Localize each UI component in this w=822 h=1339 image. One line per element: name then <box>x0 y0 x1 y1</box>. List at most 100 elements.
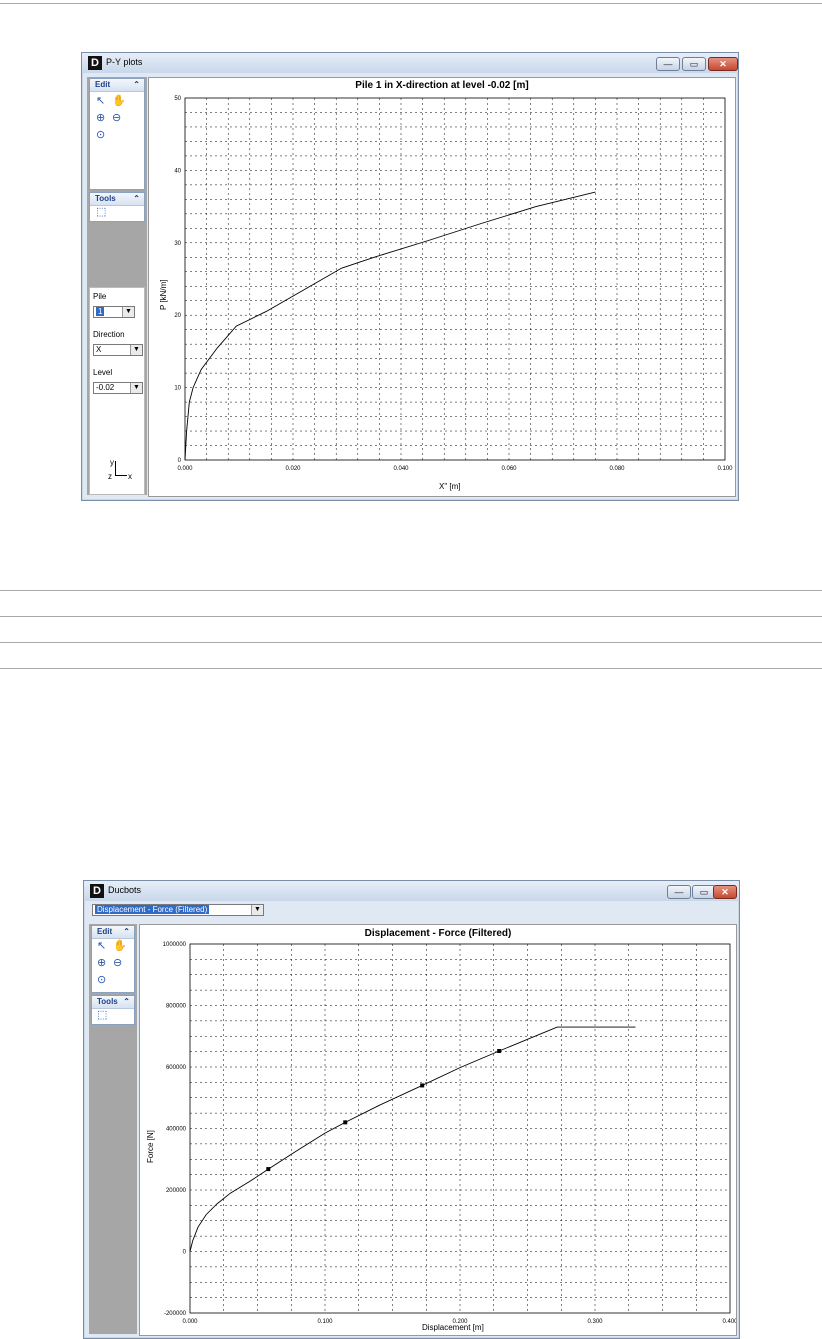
app-logo-icon: D <box>90 884 104 898</box>
edit-panel-header[interactable]: Edit ⌃ <box>90 79 144 92</box>
level-select-value: -0.02 <box>96 383 115 392</box>
level-select[interactable]: -0.02 ▼ <box>93 382 143 394</box>
selection-tool-icon[interactable]: ⬚ <box>96 206 106 219</box>
page-rule-4 <box>0 668 822 669</box>
minimize-button[interactable]: — <box>667 885 691 899</box>
dropdown-arrow-icon: ▼ <box>251 905 263 915</box>
data-point-marker <box>497 1049 502 1054</box>
dropdown-arrow-icon: ▼ <box>122 307 134 317</box>
y-tick-label: 600000 <box>166 1065 187 1071</box>
page-rule-1 <box>0 590 822 591</box>
edit-panel-header[interactable]: Edit ⌃ <box>92 926 134 939</box>
series-line <box>189 1026 636 1252</box>
plot-area[interactable]: Pile 1 in X-direction at level -0.02 [m]… <box>148 77 736 497</box>
axis-y-line <box>115 461 116 475</box>
zoom-extents-icon[interactable]: ⊙ <box>96 129 105 142</box>
x-tick-label: 0.080 <box>609 466 625 472</box>
zoom-in-icon[interactable]: ⊕ <box>97 957 106 970</box>
x-axis-label: Displacement [m] <box>422 1323 484 1332</box>
x-tick-label: 0.300 <box>587 1319 603 1325</box>
minimize-button[interactable]: — <box>656 57 680 71</box>
tools-panel-header[interactable]: Tools ⌃ <box>92 996 134 1009</box>
collapse-chevron-icon[interactable]: ⌃ <box>133 79 140 91</box>
direction-label: Direction <box>93 330 125 339</box>
x-tick-label: 0.400 <box>722 1319 736 1325</box>
window-title: Ducbots <box>108 885 142 895</box>
window-titlebar[interactable]: D P-Y plots — ▭ ✕ <box>82 53 738 73</box>
py-chart: 0.000 0.020 0.040 0.060 0.080 0.100 0 10 20 30 40 5… <box>174 96 733 472</box>
y-tick-label: 50 <box>174 96 181 102</box>
y-axis-label: Force [N] <box>146 1130 155 1163</box>
sidebar: Edit ⌃ ↖ ✋ ⊕ ⊖ ⊙ Tools ⌃ ⬚ <box>89 924 137 1334</box>
pile-label: Pile <box>93 292 107 301</box>
zoom-in-icon[interactable]: ⊕ <box>96 112 105 125</box>
collapse-chevron-icon[interactable]: ⌃ <box>123 926 130 938</box>
py-plots-window: D P-Y plots — ▭ ✕ Edit ⌃ ↖ ✋ ⊕ ⊖ ⊙ Tools ⌃… <box>81 52 739 501</box>
y-tick-label: 30 <box>174 241 181 247</box>
x-tick-label: 0.100 <box>717 466 733 472</box>
y-tick-label: 0 <box>183 1250 187 1256</box>
displacement-force-chart: 0.000 0.100 0.200 0.300 0.400-20000002000004… <box>163 942 736 1325</box>
y-tick-label: 40 <box>174 168 181 174</box>
y-tick-label: 400000 <box>166 1127 187 1133</box>
level-label: Level <box>93 368 113 377</box>
tools-panel: Tools ⌃ ⬚ <box>89 192 145 222</box>
edit-panel: Edit ⌃ ↖ ✋ ⊕ ⊖ ⊙ <box>89 78 145 190</box>
pointer-tool-icon[interactable]: ↖ <box>97 940 106 953</box>
y-tick-label: 10 <box>174 386 181 392</box>
edit-panel-label: Edit <box>97 927 113 936</box>
window-titlebar[interactable]: D Ducbots — ▭ ✕ <box>84 881 739 901</box>
axis-triad-icon: y x z <box>108 458 138 486</box>
tools-panel-label: Tools <box>97 997 118 1006</box>
chart-type-select-value: Displacement - Force (Filtered) <box>95 905 210 914</box>
window-title: P-Y plots <box>106 57 143 67</box>
x-tick-label: 0.060 <box>501 466 517 472</box>
page-top-rule <box>0 3 822 4</box>
y-tick-label: -200000 <box>164 1311 187 1317</box>
y-tick-label: 200000 <box>166 1188 187 1194</box>
x-tick-label: 0.000 <box>177 466 193 472</box>
tools-panel-header[interactable]: Tools ⌃ <box>90 193 144 206</box>
x-tick-label: 0.020 <box>285 466 301 472</box>
chart-type-select[interactable]: Displacement - Force (Filtered) ▼ <box>92 904 264 916</box>
tools-panel-label: Tools <box>95 194 116 203</box>
edit-panel: Edit ⌃ ↖ ✋ ⊕ ⊖ ⊙ <box>91 925 135 993</box>
sidebar: Edit ⌃ ↖ ✋ ⊕ ⊖ ⊙ Tools ⌃ ⬚ Pile 1 ▼ Directi… <box>87 77 147 495</box>
pointer-tool-icon[interactable]: ↖ <box>96 95 105 108</box>
selection-tool-icon[interactable]: ⬚ <box>97 1009 107 1022</box>
close-button[interactable]: ✕ <box>708 57 738 71</box>
y-tick-label: 800000 <box>166 1004 187 1010</box>
maximize-button[interactable]: ▭ <box>682 57 706 71</box>
series-line <box>184 191 596 461</box>
pan-hand-icon[interactable]: ✋ <box>112 95 126 108</box>
collapse-chevron-icon[interactable]: ⌃ <box>133 193 140 205</box>
page-rule-2 <box>0 616 822 617</box>
pile-select-value: 1 <box>96 307 105 316</box>
zoom-out-icon[interactable]: ⊖ <box>112 112 121 125</box>
x-tick-label: 0.000 <box>182 1319 198 1325</box>
pile-select[interactable]: 1 ▼ <box>93 306 135 318</box>
zoom-out-icon[interactable]: ⊖ <box>113 957 122 970</box>
axis-x-line <box>115 475 127 476</box>
direction-select-value: X <box>96 345 102 354</box>
ducbots-window: D Ducbots — ▭ ✕ Displacement - Force (Fi… <box>83 880 740 1339</box>
pan-hand-icon[interactable]: ✋ <box>113 940 127 953</box>
tools-panel: Tools ⌃ ⬚ <box>91 995 135 1025</box>
y-tick-label: 0 <box>178 458 182 464</box>
axis-x-label: x <box>128 472 132 481</box>
dropdown-arrow-icon: ▼ <box>130 345 142 355</box>
close-button[interactable]: ✕ <box>713 885 737 899</box>
plot-area[interactable]: Displacement - Force (Filtered) 0.000 0.1… <box>139 924 737 1336</box>
y-axis-label: P [kN/m] <box>159 279 168 310</box>
collapse-chevron-icon[interactable]: ⌃ <box>123 996 130 1008</box>
data-point-marker <box>266 1167 271 1172</box>
y-tick-label: 20 <box>174 313 181 319</box>
data-point-marker <box>420 1083 425 1088</box>
direction-select[interactable]: X ▼ <box>93 344 143 356</box>
data-point-marker <box>343 1120 348 1125</box>
plot-frame <box>184 97 726 461</box>
x-axis-label: X" [m] <box>439 482 461 491</box>
zoom-extents-icon[interactable]: ⊙ <box>97 974 106 987</box>
y-tick-label: 1000000 <box>163 942 187 948</box>
options-panel: Pile 1 ▼ Direction X ▼ Level -0.02 ▼ y x z <box>89 287 145 495</box>
